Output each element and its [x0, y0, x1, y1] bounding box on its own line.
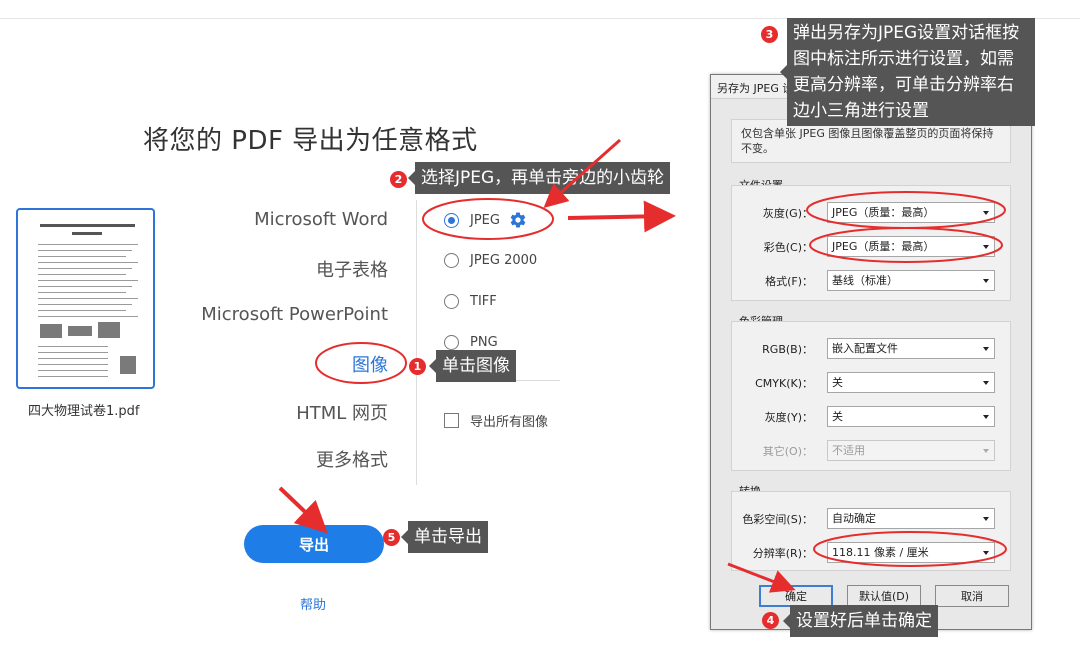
- highlight-image-ellipse: [315, 342, 407, 384]
- arrow-to-dialog: [567, 200, 676, 233]
- arrow-to-gear: [543, 138, 621, 208]
- arrow-to-export: [278, 486, 328, 534]
- highlight-jpeg-ellipse: [422, 198, 554, 240]
- highlight-resolution-ellipse: [813, 531, 1007, 567]
- arrow-to-ok: [727, 562, 796, 593]
- highlight-color-ellipse: [809, 227, 1003, 263]
- highlight-gray-ellipse: [806, 191, 1006, 229]
- annotation-overlay: [278, 138, 1007, 593]
